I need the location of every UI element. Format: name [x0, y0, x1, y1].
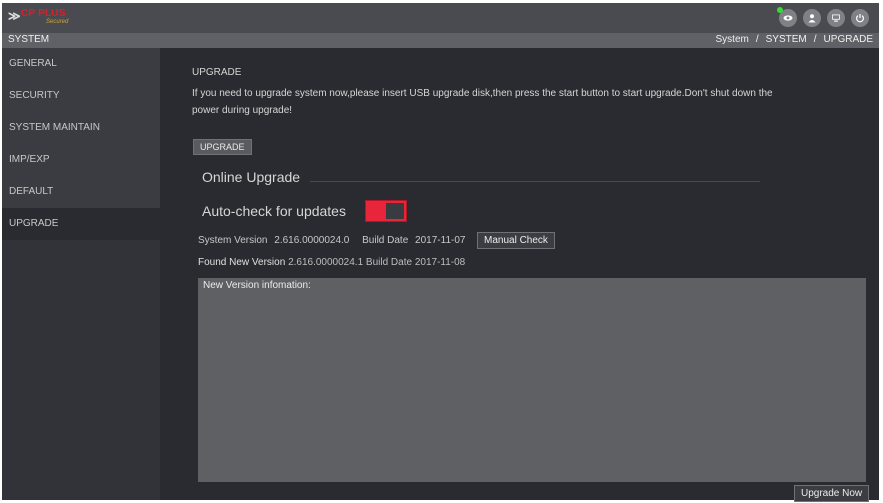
sidebar-item-imp-exp[interactable]: IMP/EXP	[2, 144, 160, 176]
found-version-label: Found New Version	[198, 257, 286, 268]
manual-check-button[interactable]: Manual Check	[477, 232, 555, 249]
eye-icon[interactable]	[777, 7, 797, 27]
breadcrumb-separator: /	[813, 34, 817, 45]
sidebar-item-upgrade[interactable]: UPGRADE	[2, 208, 160, 240]
logo-sub: Secured	[46, 19, 69, 25]
sidebar: GENERAL SECURITY SYSTEM MAINTAIN IMP/EXP…	[2, 48, 160, 500]
sidebar-item-default[interactable]: DEFAULT	[2, 176, 160, 208]
upgrade-button[interactable]: UPGRADE	[193, 139, 252, 155]
logo-brand: CP PLUS	[21, 8, 66, 19]
main-panel: UPGRADE If you need to upgrade system no…	[160, 48, 879, 502]
power-icon[interactable]	[851, 9, 869, 27]
status-dot-icon	[777, 7, 783, 13]
upgrade-description: If you need to upgrade system now,please…	[192, 88, 773, 116]
build-date-label: Build Date	[362, 235, 409, 246]
sidebar-item-system-maintain[interactable]: SYSTEM MAINTAIN	[2, 112, 160, 144]
version-info-label: New Version infomation:	[203, 280, 311, 291]
page-title: SYSTEM	[8, 34, 50, 45]
breadcrumb-item-upgrade: UPGRADE	[823, 34, 873, 45]
system-version-label: System Version	[198, 235, 268, 246]
found-version-value: 2.616.0000024.1 Build Date 2017-11-08	[288, 257, 466, 268]
online-upgrade-title: Online Upgrade	[202, 169, 301, 185]
breadcrumb-separator: /	[755, 34, 759, 45]
toggle-knob	[386, 203, 404, 219]
version-info-box[interactable]: New Version infomation:	[198, 278, 866, 482]
auto-check-label: Auto-check for updates	[202, 203, 346, 219]
top-icon-group	[777, 7, 869, 27]
build-date-value: 2017-11-07	[415, 235, 466, 246]
upgrade-now-button[interactable]: Upgrade Now	[794, 485, 870, 502]
display-icon[interactable]	[827, 9, 845, 27]
breadcrumb-item-system[interactable]: System	[716, 34, 749, 45]
auto-check-toggle[interactable]	[365, 200, 407, 222]
section-divider	[310, 181, 760, 182]
app-window: ≫ CP PLUS Secured SYSTEM System / SYSTEM / U…	[2, 3, 879, 502]
breadcrumb-item-system-section[interactable]: SYSTEM	[766, 34, 807, 45]
sidebar-item-general[interactable]: GENERAL	[2, 48, 160, 80]
top-bar: ≫ CP PLUS Secured	[2, 3, 879, 33]
sidebar-empty-area	[2, 240, 160, 500]
system-version-row: System Version 2.616.0000024.0 Build Dat…	[198, 235, 469, 246]
breadcrumb: System / SYSTEM / UPGRADE	[716, 34, 873, 45]
logo: ≫ CP PLUS Secured	[8, 7, 68, 29]
header-strip: SYSTEM System / SYSTEM / UPGRADE	[2, 33, 879, 48]
sidebar-item-security[interactable]: SECURITY	[2, 80, 160, 112]
section-title: UPGRADE	[192, 67, 242, 78]
system-version-value: 2.616.0000024.0	[274, 235, 350, 246]
user-icon[interactable]	[803, 9, 821, 27]
logo-mark-icon: ≫	[8, 9, 21, 23]
found-version-row: Found New Version 2.616.0000024.1 Build …	[198, 257, 465, 268]
